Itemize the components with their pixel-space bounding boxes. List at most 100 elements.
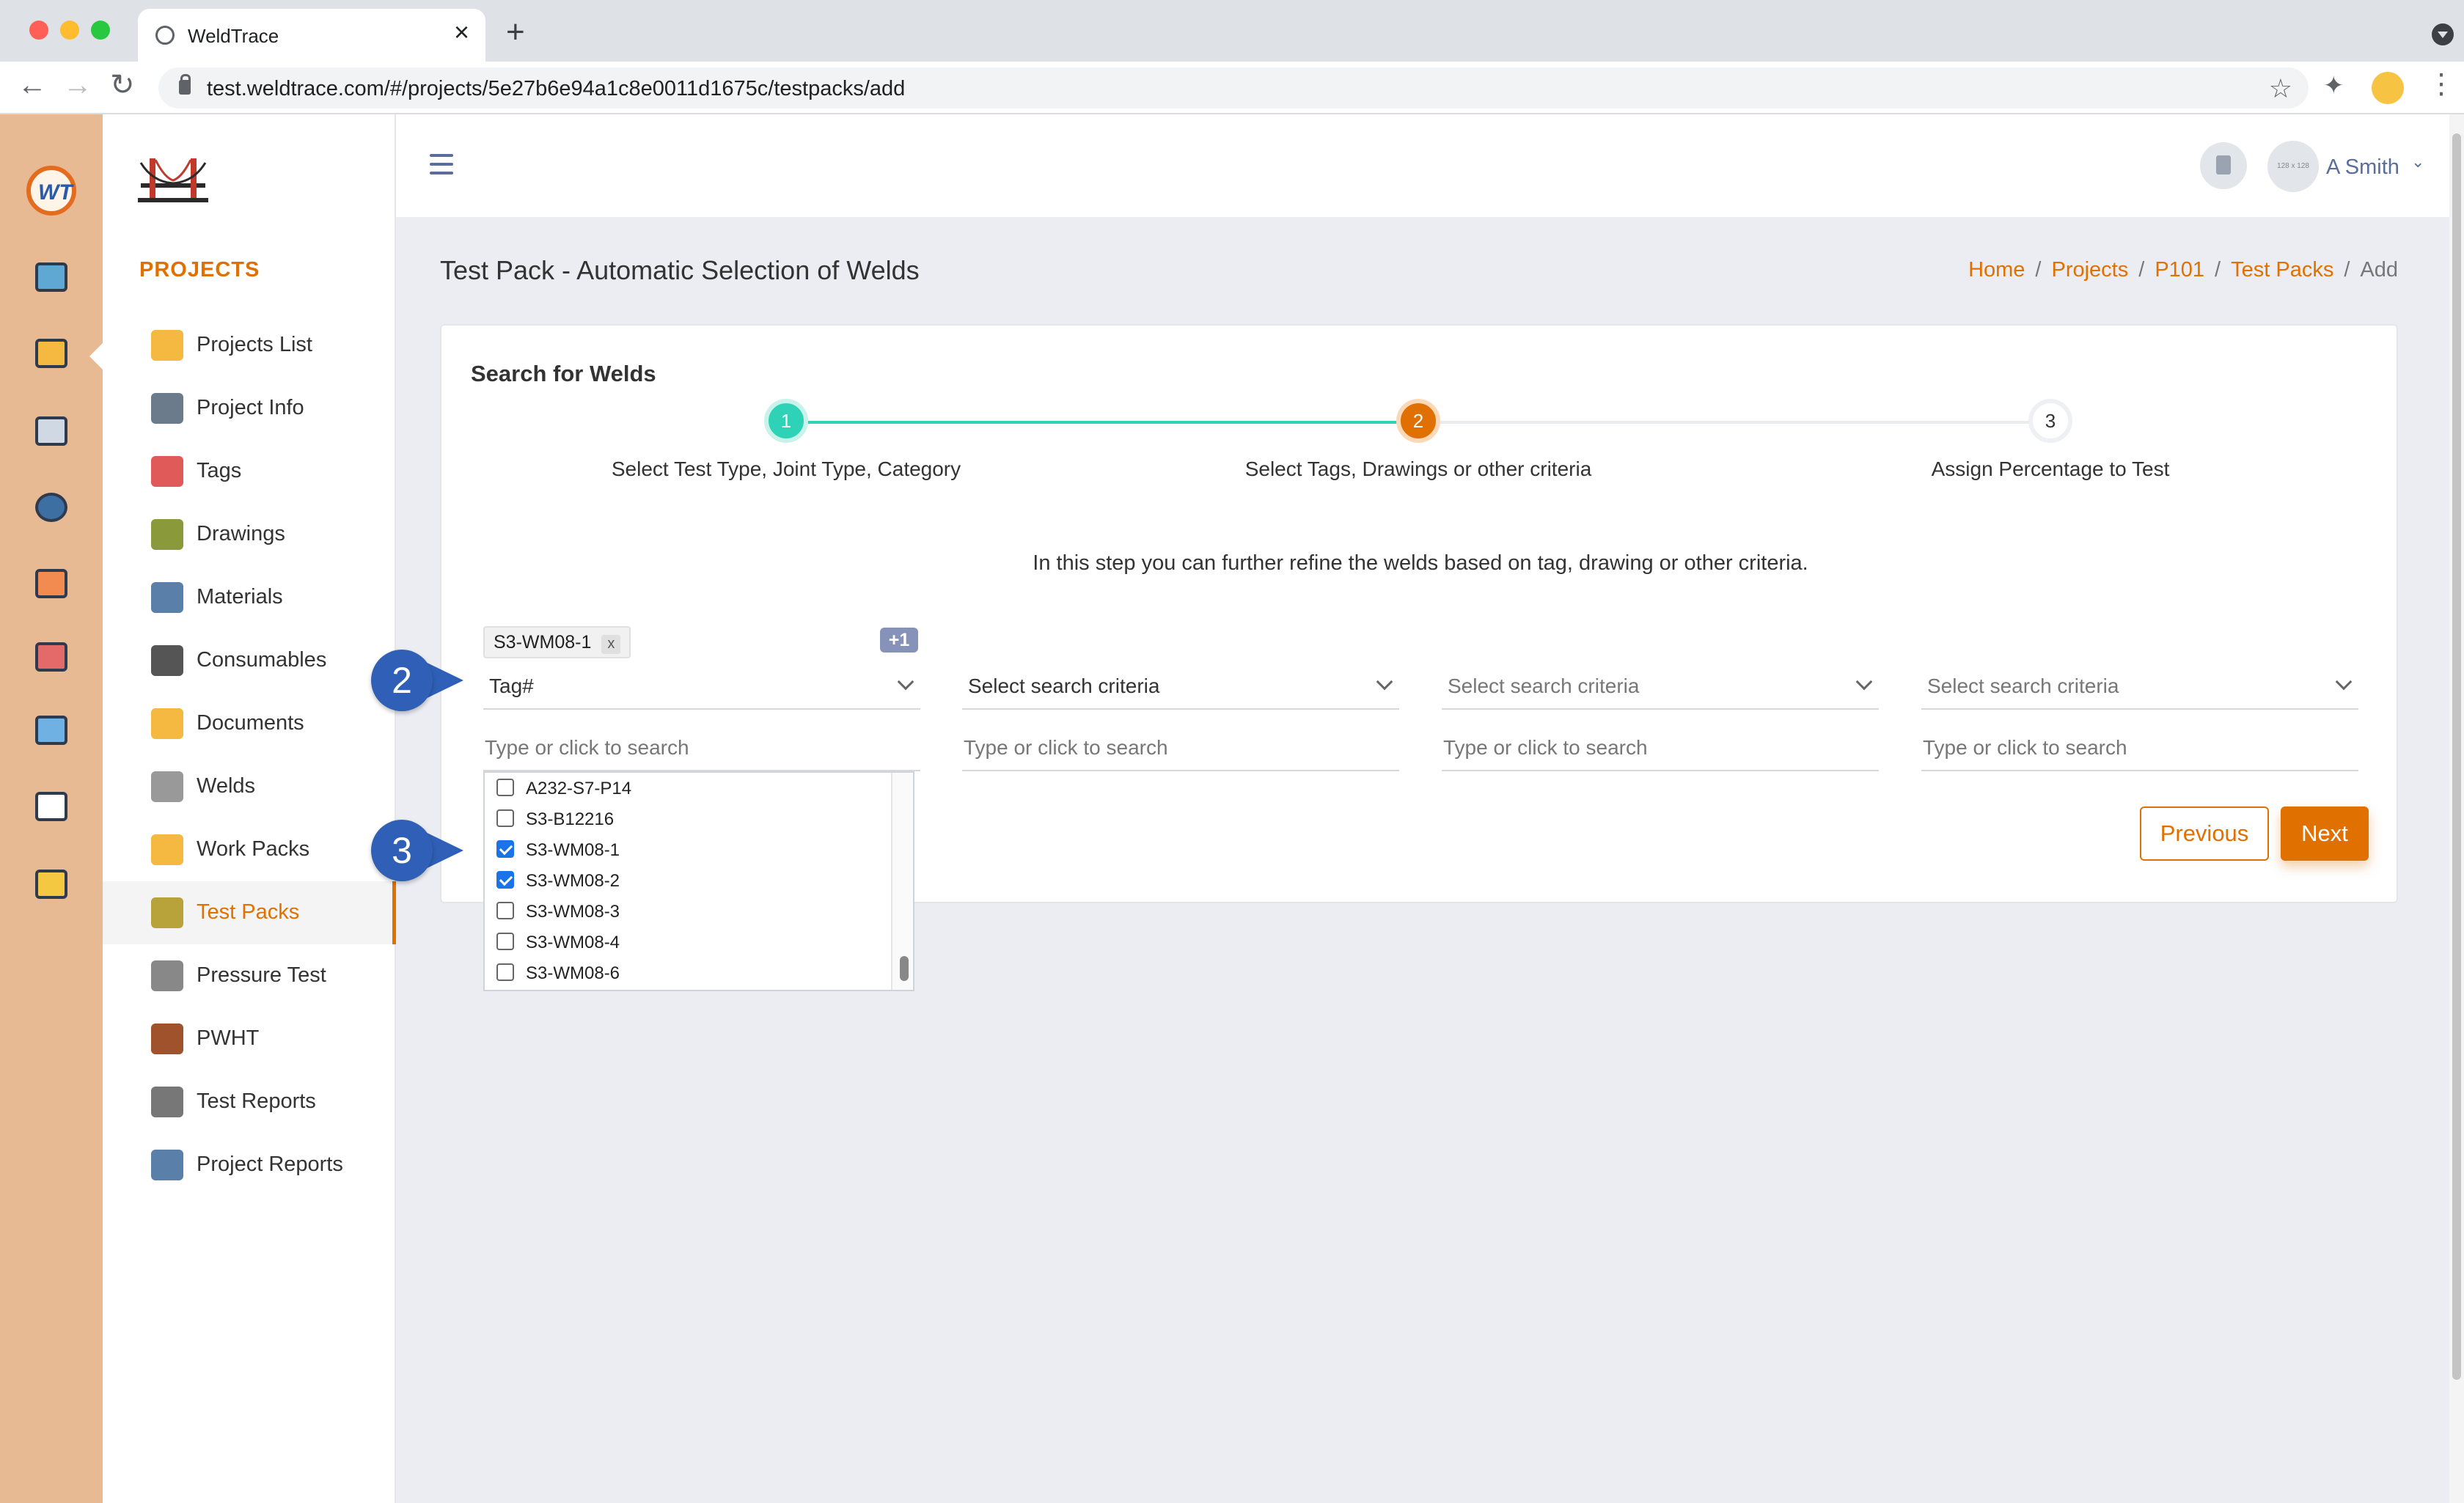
sidebar-item-projects-list[interactable]: Projects List bbox=[103, 314, 396, 377]
scrollbar-thumb[interactable] bbox=[2452, 133, 2461, 1380]
dropdown-option-label: S3-WM08-2 bbox=[526, 871, 620, 891]
pwht-icon bbox=[151, 1024, 183, 1054]
breadcrumb-separator: / bbox=[2138, 258, 2145, 282]
breadcrumb-link[interactable]: Test Packs bbox=[2231, 258, 2333, 282]
sidebar-item-project-reports[interactable]: Project Reports bbox=[103, 1133, 396, 1197]
chevron-down-icon[interactable] bbox=[1855, 673, 1873, 691]
weldtrace-logo[interactable]: WT bbox=[26, 166, 76, 216]
back-arrow-icon[interactable]: ← bbox=[18, 70, 47, 100]
projects-heading: PROJECTS bbox=[139, 258, 260, 282]
window-close-button[interactable] bbox=[29, 21, 48, 40]
sidebar-item-tags[interactable]: Tags bbox=[103, 440, 396, 503]
sidebar-item-label: Tags bbox=[197, 459, 242, 482]
sidebar-item-pressure-test[interactable]: Pressure Test bbox=[103, 944, 396, 1007]
url-text[interactable]: test.weldtrace.com/#/projects/5e27b6e94a… bbox=[207, 77, 905, 101]
checkbox-checked[interactable] bbox=[496, 871, 514, 889]
criteria-search-input-1[interactable] bbox=[483, 726, 920, 771]
document-icon[interactable] bbox=[2200, 142, 2247, 189]
step-3-indicator[interactable]: 3 bbox=[2028, 399, 2072, 443]
criteria-value: Tag# bbox=[489, 675, 534, 697]
search-welds-card: Search for Welds 1 Select Test Type, Join… bbox=[440, 324, 2398, 991]
step-1-indicator[interactable]: 1 bbox=[764, 399, 808, 443]
monitor-chart-icon[interactable] bbox=[32, 638, 70, 676]
clipboard-icon[interactable] bbox=[32, 412, 70, 450]
browser-menu-icon[interactable]: ⋮ bbox=[2427, 70, 2455, 98]
chevron-down-icon[interactable] bbox=[2335, 673, 2353, 691]
reload-icon[interactable]: ↻ bbox=[110, 70, 135, 100]
tab-search-icon[interactable] bbox=[2432, 23, 2454, 45]
search-criteria-select-2[interactable]: Select search criteria bbox=[962, 666, 1399, 710]
sidebar-item-drawings[interactable]: Drawings bbox=[103, 503, 396, 566]
sidebar-item-materials[interactable]: Materials bbox=[103, 566, 396, 629]
weld-icon bbox=[151, 771, 183, 802]
sidebar-item-project-info[interactable]: Project Info bbox=[103, 377, 396, 440]
address-bar[interactable]: test.weldtrace.com/#/projects/5e27b6e94a… bbox=[158, 67, 2309, 109]
breadcrumb-link[interactable]: Home bbox=[1968, 258, 2025, 282]
new-tab-button[interactable]: + bbox=[506, 16, 525, 48]
avatar[interactable]: 128 x 128 bbox=[2267, 141, 2319, 192]
org-chart-icon[interactable] bbox=[32, 565, 70, 603]
criteria-search-input-4[interactable] bbox=[1921, 726, 2358, 771]
dropdown-scrollbar-thumb[interactable] bbox=[900, 956, 909, 981]
search-criteria-select-4[interactable]: Select search criteria bbox=[1921, 666, 2358, 710]
checkbox-checked[interactable] bbox=[496, 840, 514, 858]
breadcrumb-current: Add bbox=[2360, 258, 2398, 282]
selected-tag-chip: S3-WM08-1 x bbox=[483, 626, 631, 658]
calculator-icon[interactable] bbox=[32, 865, 70, 903]
team-icon[interactable] bbox=[32, 711, 70, 749]
chevron-down-icon[interactable]: ⌄ bbox=[2411, 152, 2424, 172]
user-name[interactable]: A Smith bbox=[2326, 155, 2399, 180]
next-button[interactable]: Next bbox=[2281, 806, 2369, 861]
sidebar-item-documents[interactable]: Documents bbox=[103, 692, 396, 755]
profile-avatar-icon[interactable] bbox=[2372, 72, 2404, 104]
callout-number: 3 bbox=[371, 820, 433, 881]
dropdown-option-label: S3-WM08-4 bbox=[526, 933, 620, 952]
checkbox-unchecked[interactable] bbox=[496, 933, 514, 950]
criteria-search-input-3[interactable] bbox=[1442, 726, 1879, 771]
checkbox-unchecked[interactable] bbox=[496, 963, 514, 981]
sidebar-item-label: Project Info bbox=[197, 396, 304, 419]
breadcrumb-link[interactable]: P101 bbox=[2155, 258, 2204, 282]
checkbox-unchecked[interactable] bbox=[496, 809, 514, 827]
sidebar-item-consumables[interactable]: Consumables bbox=[103, 629, 396, 692]
previous-button[interactable]: Previous bbox=[2140, 806, 2269, 861]
search-criteria-select-1[interactable]: Tag# bbox=[483, 666, 920, 710]
hamburger-menu-icon[interactable] bbox=[430, 154, 453, 174]
search-criteria-select-3[interactable]: Select search criteria bbox=[1442, 666, 1879, 710]
sidebar-item-work-packs[interactable]: Work Packs bbox=[103, 818, 396, 881]
step-2-indicator[interactable]: 2 bbox=[1396, 399, 1440, 443]
report-icon[interactable] bbox=[32, 787, 70, 826]
bookmark-star-icon[interactable]: ☆ bbox=[2269, 73, 2292, 104]
sidebar-item-welds[interactable]: Welds bbox=[103, 755, 396, 818]
page-scrollbar[interactable] bbox=[2449, 114, 2464, 1503]
bridge-logo[interactable] bbox=[138, 152, 208, 205]
checkbox-unchecked[interactable] bbox=[496, 779, 514, 796]
checkbox-unchecked[interactable] bbox=[496, 902, 514, 919]
more-selected-badge[interactable]: +1 bbox=[880, 628, 918, 653]
window-minimize-button[interactable] bbox=[60, 21, 79, 40]
chip-remove-icon[interactable]: x bbox=[601, 635, 621, 654]
projects-folder-icon[interactable] bbox=[32, 334, 70, 372]
forward-arrow-icon[interactable]: → bbox=[63, 70, 92, 100]
sidebar-item-label: Pressure Test bbox=[197, 963, 326, 987]
chevron-down-icon[interactable] bbox=[897, 673, 914, 691]
browser-toolbar: ← → ↻ test.weldtrace.com/#/projects/5e27… bbox=[0, 62, 2464, 114]
logo-text: WT bbox=[38, 180, 73, 205]
chip-label: S3-WM08-1 bbox=[494, 632, 592, 653]
sidebar-item-test-packs[interactable]: Test Packs bbox=[103, 881, 396, 944]
card-title: Search for Welds bbox=[471, 361, 656, 386]
tab-close-icon[interactable]: × bbox=[454, 19, 469, 45]
sidebar-item-test-reports[interactable]: Test Reports bbox=[103, 1070, 396, 1133]
sidebar-item-label: Work Packs bbox=[197, 837, 310, 861]
window-zoom-button[interactable] bbox=[91, 21, 110, 40]
welder-icon[interactable] bbox=[32, 488, 70, 526]
dropdown-scrollbar[interactable] bbox=[891, 773, 913, 990]
criteria-search-input-2[interactable] bbox=[962, 726, 1399, 771]
dashboard-icon[interactable] bbox=[32, 258, 70, 296]
browser-tab[interactable]: WeldTrace × bbox=[138, 9, 485, 62]
chevron-down-icon[interactable] bbox=[1376, 673, 1393, 691]
tab-title: WeldTrace bbox=[188, 25, 279, 47]
extensions-puzzle-icon[interactable]: ✦ bbox=[2323, 73, 2344, 98]
breadcrumb-link[interactable]: Projects bbox=[2051, 258, 2128, 282]
sidebar-item-pwht[interactable]: PWHT bbox=[103, 1007, 396, 1070]
